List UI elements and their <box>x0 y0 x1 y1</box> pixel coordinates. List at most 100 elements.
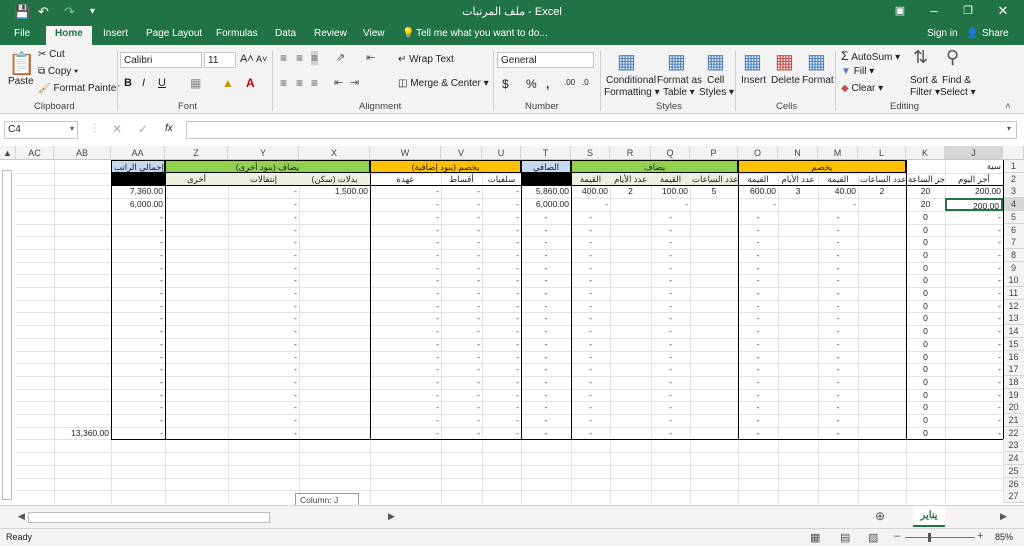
cell-t14[interactable]: - <box>521 325 571 338</box>
row-header[interactable]: 27 <box>1003 490 1024 503</box>
cell-y16[interactable]: - <box>228 351 299 364</box>
align-bottom-icon[interactable]: ≡ <box>311 51 319 65</box>
cell-m19[interactable]: - <box>818 389 858 402</box>
cell-s12[interactable]: - <box>571 300 610 313</box>
cell-v3[interactable]: - <box>441 185 482 198</box>
cell-l3[interactable]: 2 <box>858 185 906 198</box>
cell-aa17[interactable]: - <box>111 363 165 376</box>
row-header[interactable]: 18 <box>1003 375 1024 389</box>
cell-m14[interactable]: - <box>818 325 858 338</box>
shrink-font-icon[interactable]: A˅ <box>256 54 267 64</box>
cell-u7[interactable]: - <box>482 236 521 249</box>
cell-m12[interactable]: - <box>818 300 858 313</box>
row-header[interactable]: 17 <box>1003 363 1024 377</box>
cell-k4[interactable]: 20 <box>906 198 945 211</box>
confirm-entry-icon[interactable]: ✓ <box>138 122 148 136</box>
cell-aa10[interactable]: - <box>111 274 165 287</box>
clear-button[interactable]: ◆ Clear ▾ <box>841 83 883 94</box>
cell-m22[interactable]: - <box>818 427 858 440</box>
cell-j20[interactable]: - <box>945 401 1003 414</box>
cell-aa12[interactable]: - <box>111 300 165 313</box>
paste-icon[interactable]: 📋 <box>8 51 35 77</box>
subheader-n[interactable]: عدد الأيام <box>778 173 818 186</box>
subheader-x[interactable]: بدلات (سكن) <box>299 172 370 186</box>
borders-icon[interactable]: ▦ <box>190 76 201 90</box>
zoom-in-icon[interactable]: + <box>977 530 983 542</box>
column-header-u[interactable]: U <box>482 146 521 160</box>
cell-y18[interactable]: - <box>228 376 299 389</box>
row-header[interactable]: 26 <box>1003 477 1024 491</box>
cell-q8[interactable]: - <box>651 249 690 262</box>
cell-u12[interactable]: - <box>482 300 521 313</box>
row-header[interactable]: 10 <box>1003 274 1024 288</box>
cell-aa16[interactable]: - <box>111 351 165 364</box>
increase-decimal-icon[interactable]: .00 <box>564 78 575 87</box>
cell-u18[interactable]: - <box>482 376 521 389</box>
cell-q22[interactable]: - <box>651 427 690 440</box>
cell-w6[interactable]: - <box>370 224 441 237</box>
cell-s19[interactable]: - <box>571 389 610 402</box>
cell-j15[interactable]: - <box>945 338 1003 351</box>
cell-y17[interactable]: - <box>228 363 299 376</box>
grow-font-icon[interactable]: A˄ <box>240 53 254 65</box>
horizontal-scrollbar-thumb[interactable] <box>28 512 270 523</box>
cell-y10[interactable]: - <box>228 274 299 287</box>
cell-t3[interactable]: 5,860.00 <box>521 185 571 198</box>
decrease-indent-icon[interactable]: ⇤ <box>334 76 343 89</box>
cell-aa19[interactable]: - <box>111 389 165 402</box>
cell-k21[interactable]: 0 <box>906 414 945 427</box>
cell-v4[interactable]: - <box>441 198 482 211</box>
cell-v15[interactable]: - <box>441 338 482 351</box>
cell-y6[interactable]: - <box>228 224 299 237</box>
cell-q13[interactable]: - <box>651 312 690 325</box>
cell-j19[interactable]: - <box>945 389 1003 402</box>
subheader-l[interactable]: عدد الساعات <box>858 173 906 186</box>
subheader-w[interactable]: عهدة <box>370 173 441 186</box>
row-header[interactable]: 25 <box>1003 464 1024 478</box>
cell-y4[interactable]: - <box>228 198 299 211</box>
insert-cells-icon[interactable]: ▦ <box>743 49 762 74</box>
cell-m6[interactable]: - <box>818 224 858 237</box>
cell-u4[interactable]: - <box>482 198 521 211</box>
subheader-m[interactable]: القيمة <box>818 173 858 186</box>
row-header[interactable]: 19 <box>1003 388 1024 402</box>
cell-m5[interactable]: - <box>818 211 858 224</box>
cell-o22[interactable]: - <box>738 427 778 440</box>
percent-button[interactable]: % <box>526 77 537 91</box>
rtl-icon[interactable]: ⇤ <box>366 51 375 64</box>
cell-aa15[interactable]: - <box>111 338 165 351</box>
header-additions[interactable]: يضاف <box>571 160 738 173</box>
cell-j21[interactable]: - <box>945 414 1003 427</box>
cell-w20[interactable]: - <box>370 401 441 414</box>
cell-s7[interactable]: - <box>571 236 610 249</box>
name-box[interactable]: C4 <box>4 121 78 139</box>
cell-k9[interactable]: 0 <box>906 262 945 275</box>
column-header-m[interactable]: M <box>818 146 858 160</box>
row-header[interactable]: 8 <box>1003 248 1024 262</box>
cell-o4[interactable]: - <box>738 198 778 211</box>
restore-icon[interactable]: ❐ <box>958 2 978 20</box>
paste-button[interactable]: Paste <box>8 76 34 87</box>
expand-formula-icon[interactable]: ▾ <box>1007 124 1011 133</box>
cell-w14[interactable]: - <box>370 325 441 338</box>
cell-u13[interactable]: - <box>482 312 521 325</box>
format-painter-button[interactable]: 🖌 Format Painter <box>38 83 120 94</box>
cell-k18[interactable]: 0 <box>906 376 945 389</box>
cell-t16[interactable]: - <box>521 351 571 364</box>
cell-v11[interactable]: - <box>441 287 482 300</box>
cell-u11[interactable]: - <box>482 287 521 300</box>
cell-t6[interactable]: - <box>521 224 571 237</box>
cell-s6[interactable]: - <box>571 224 610 237</box>
orientation-icon[interactable]: ⇗ <box>336 51 345 64</box>
cell-m16[interactable]: - <box>818 351 858 364</box>
tab-data[interactable]: Data <box>275 28 296 39</box>
cell-k14[interactable]: 0 <box>906 325 945 338</box>
column-header-y[interactable]: Y <box>228 146 299 160</box>
cell-aa14[interactable]: - <box>111 325 165 338</box>
cell-y5[interactable]: - <box>228 211 299 224</box>
row-header[interactable]: 12 <box>1003 299 1024 313</box>
tab-scroll-right-icon[interactable]: ▶ <box>1000 511 1007 522</box>
subheader-y[interactable]: إنتقالات <box>228 172 299 186</box>
align-center-icon[interactable]: ≡ <box>296 76 303 90</box>
cell-m7[interactable]: - <box>818 236 858 249</box>
